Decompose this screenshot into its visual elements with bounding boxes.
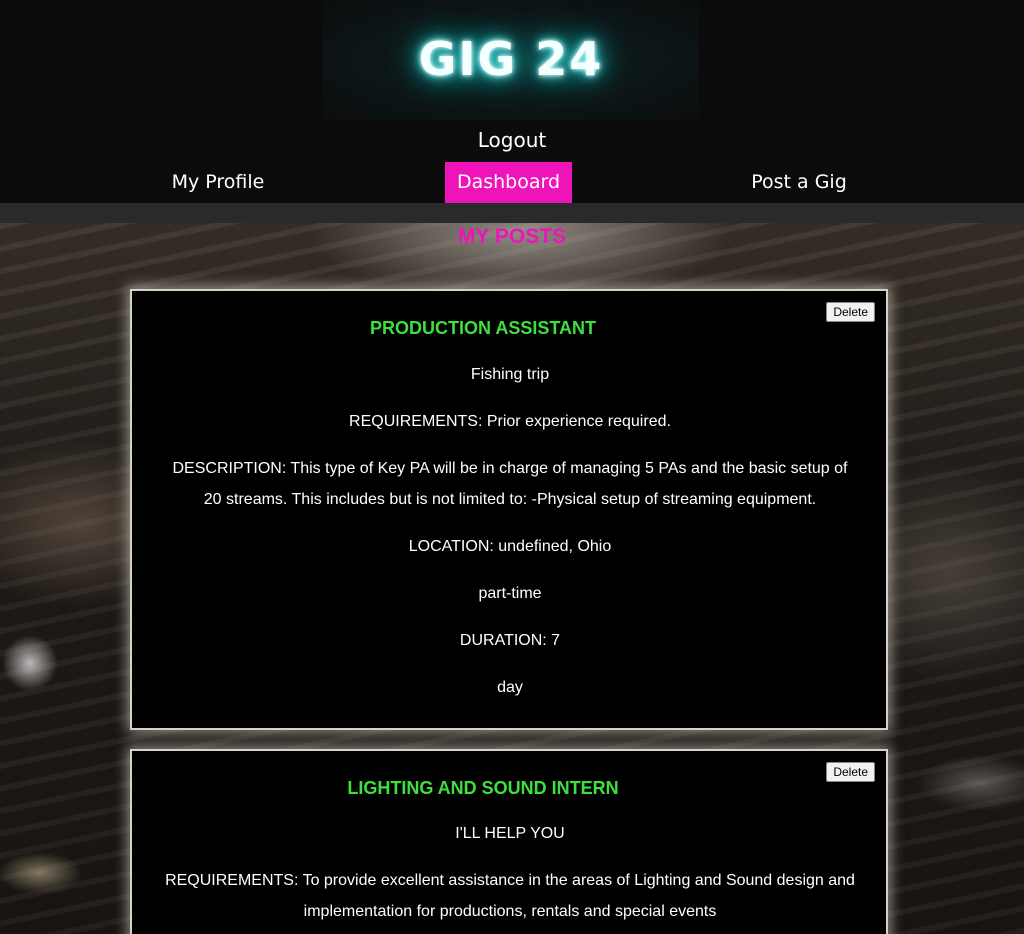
main-nav: My Profile Dashboard Post a Gig <box>0 162 1024 203</box>
post-title: LIGHTING AND SOUND INTERN <box>347 778 619 798</box>
nav-dashboard[interactable]: Dashboard <box>445 162 572 203</box>
post-requirements: REQUIREMENTS: To provide excellent assis… <box>165 872 855 920</box>
nav-my-profile[interactable]: My Profile <box>148 162 288 203</box>
site-header: GIG 24 Logout My Profile Dashboard Post … <box>0 0 1024 203</box>
logo[interactable]: GIG 24 <box>323 0 699 120</box>
post-duration: DURATION: 7 <box>459 632 561 649</box>
post-summary: Fishing trip <box>470 366 550 383</box>
page-title: MY POSTS <box>457 225 567 248</box>
logo-text: GIG 24 <box>418 32 604 86</box>
logout-link[interactable]: Logout <box>0 128 1024 152</box>
post-summary: I'LL HELP YOU <box>455 825 565 842</box>
post-duration-unit: day <box>497 679 523 696</box>
post-description: DESCRIPTION: This type of Key PA will be… <box>172 460 848 508</box>
header-divider <box>0 203 1024 223</box>
nav-post-a-gig[interactable]: Post a Gig <box>730 162 868 203</box>
post-location: LOCATION: undefined, Ohio <box>408 538 612 555</box>
post-card: Delete PRODUCTION ASSISTANT Fishing trip… <box>130 289 888 730</box>
post-title: PRODUCTION ASSISTANT <box>369 318 596 338</box>
post-type: part-time <box>478 585 542 602</box>
post-card: Delete LIGHTING AND SOUND INTERN I'LL HE… <box>130 749 888 934</box>
post-requirements: REQUIREMENTS: Prior experience required. <box>349 413 671 430</box>
